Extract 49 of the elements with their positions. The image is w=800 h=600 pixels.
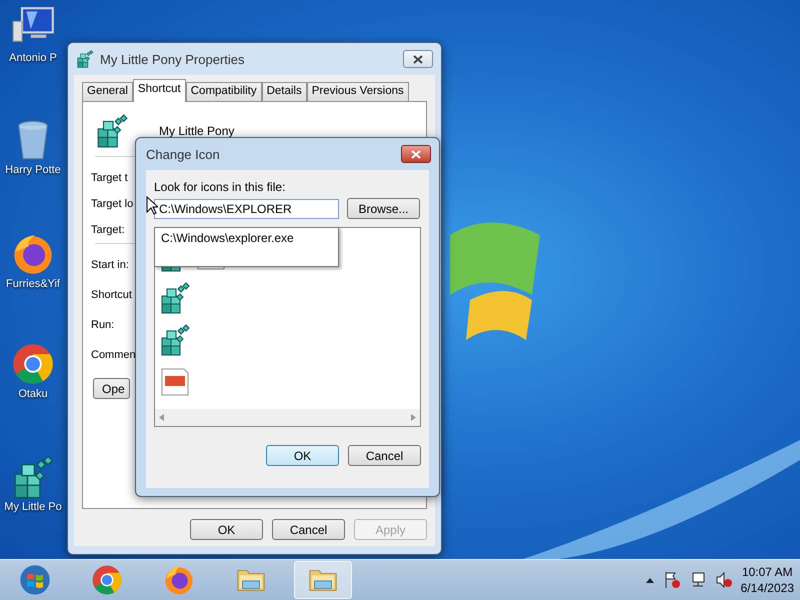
- scroll-left-icon[interactable]: [159, 414, 164, 421]
- autocomplete-suggestion[interactable]: C:\Windows\explorer.exe: [154, 227, 339, 267]
- scroll-right-icon[interactable]: [411, 414, 416, 421]
- dialog-button[interactable]: OK: [266, 445, 339, 466]
- horizontal-scrollbar[interactable]: [155, 409, 420, 426]
- clock-date[interactable]: 6/14/2023: [740, 581, 794, 595]
- flag-icon[interactable]: [662, 571, 681, 589]
- dialog-button[interactable]: Cancel: [348, 445, 421, 466]
- dialog-button[interactable]: OK: [190, 519, 263, 540]
- shortcut-name: My Little Pony: [159, 124, 234, 138]
- field-label: Target t: [91, 171, 128, 186]
- mouse-pointer-icon: [146, 196, 158, 215]
- open-button[interactable]: Ope: [93, 378, 130, 399]
- text-file-icon: [159, 366, 191, 398]
- tab[interactable]: Compatibility: [186, 82, 262, 101]
- tab[interactable]: General: [82, 82, 133, 101]
- close-button[interactable]: [403, 50, 433, 68]
- tab[interactable]: Shortcut: [132, 79, 186, 102]
- taskbar-button[interactable]: [294, 561, 352, 599]
- window-title: My Little Pony Properties: [100, 52, 245, 66]
- browser-icon: [11, 342, 55, 386]
- dialog-button[interactable]: Cancel: [272, 519, 345, 540]
- browse-button[interactable]: Browse...: [347, 198, 420, 219]
- field-label: Start in:: [91, 258, 129, 273]
- field-label: Commen: [91, 348, 136, 363]
- desktop-icon-label[interactable]: Otaku: [18, 388, 48, 400]
- field-label: Target lo: [91, 197, 134, 212]
- desktop-icon-label[interactable]: Harry Potte: [5, 164, 61, 176]
- start-orb-icon[interactable]: [19, 564, 51, 596]
- desktop-icon-label[interactable]: My Little Po: [4, 501, 62, 513]
- speaker-muted-icon[interactable]: [714, 571, 733, 589]
- clock-time[interactable]: 10:07 AM: [742, 565, 793, 579]
- dialog-title: Change Icon: [146, 146, 220, 162]
- close-button[interactable]: [401, 145, 431, 163]
- prompt-label: Look for icons in this file:: [154, 180, 286, 194]
- up-caret-icon[interactable]: [644, 577, 655, 583]
- desktop-icon-label[interactable]: Furries&Yif: [6, 278, 60, 290]
- field-label: Shortcut: [91, 288, 132, 303]
- cubes-icon: [76, 50, 94, 68]
- file-path-field[interactable]: C:\Windows\EXPLORER: [154, 198, 339, 218]
- tab[interactable]: Details: [262, 82, 307, 101]
- desktop-icon-label[interactable]: Antonio P: [9, 52, 57, 64]
- browser-icon: [91, 564, 123, 596]
- field-label: Run:: [91, 318, 114, 333]
- close-icon: [411, 150, 421, 158]
- field-label: Target:: [91, 223, 125, 238]
- close-icon: [413, 54, 423, 64]
- tab[interactable]: Previous Versions: [306, 82, 409, 101]
- browser-icon: [163, 564, 195, 596]
